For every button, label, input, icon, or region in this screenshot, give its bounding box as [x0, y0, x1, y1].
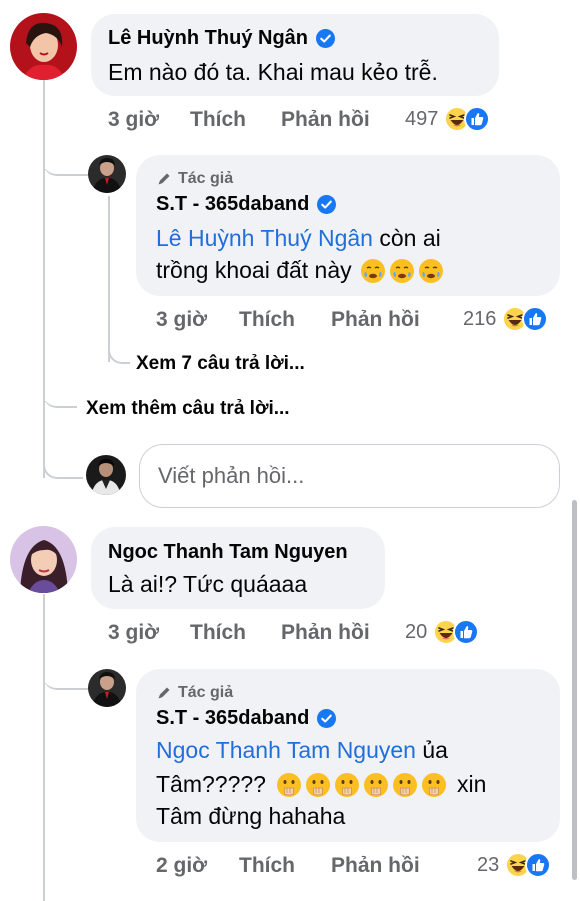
comment-actions-1: 3 giờ Thích Phản hồi	[108, 108, 370, 132]
comment-time-2: 3 giờ	[108, 621, 160, 644]
thread-curve-reply-1	[43, 150, 89, 176]
reply-text-1-line1: Lê Huỳnh Thuý Ngân còn ai	[156, 222, 441, 255]
face-with-hand-over-mouth-emoji	[363, 772, 389, 798]
like-button-1[interactable]: Thích	[190, 108, 281, 132]
comment-author-1[interactable]: Lê Huỳnh Thuý Ngân	[108, 27, 335, 50]
author-badge-label-2: Tác giả	[178, 684, 234, 701]
reply-text-2-line3: Tâm đừng hahaha	[156, 803, 346, 829]
like-reaction-icon	[453, 619, 479, 645]
face-holding-back-tears-emoji	[418, 258, 444, 284]
avatar-st-365daband-1[interactable]	[88, 155, 126, 193]
comment-author-name-2[interactable]: Ngoc Thanh Tam Nguyen	[108, 541, 348, 564]
author-badge-1: Tác giả	[156, 170, 233, 188]
like-reaction-icon	[522, 306, 548, 332]
mention-link-1[interactable]: Lê Huỳnh Thuý Ngân	[156, 225, 373, 251]
thread-curve-view-replies	[108, 340, 130, 364]
like-reaction-icon	[464, 106, 490, 132]
reply-text-2-line2-start: Tâm?????	[156, 771, 266, 797]
reply-author-1[interactable]: S.T - 365daband	[156, 193, 336, 216]
view-replies-link[interactable]: Xem 7 câu trả lời...	[136, 353, 305, 375]
reaction-summary-1[interactable]: 497	[405, 106, 490, 132]
reply-reaction-count-2: 23	[477, 853, 500, 876]
comment-author-name-1[interactable]: Lê Huỳnh Thuý Ngân	[108, 27, 308, 50]
reply-actions-1: 3 giờ Thích Phản hồi	[156, 308, 420, 332]
reply-actions-2: 2 giờ Thích Phản hồi	[156, 854, 420, 878]
comment-time-1: 3 giờ	[108, 108, 160, 131]
like-reaction-icon	[525, 852, 551, 878]
avatar-st-365daband-2[interactable]	[88, 669, 126, 707]
mention-link-2[interactable]: Ngoc Thanh Tam Nguyen	[156, 737, 416, 763]
avatar-current-user[interactable]	[86, 455, 126, 495]
reply-text-1-rest: còn ai	[372, 225, 441, 251]
reply-like-button-1[interactable]: Thích	[239, 308, 331, 332]
reply-text-2-line1: Ngoc Thanh Tam Nguyen ủa	[156, 734, 448, 767]
reply-author-2[interactable]: S.T - 365daband	[156, 707, 336, 730]
thread-line-reply-1	[108, 196, 110, 362]
reply-text-2-line2: Tâm????? xin	[156, 768, 486, 801]
avatar-le-huynh-thuy-ngan[interactable]	[10, 13, 77, 80]
thread-line-main-1	[43, 78, 45, 478]
reply-button-2[interactable]: Phản hồi	[281, 621, 370, 645]
reply-input-field[interactable]: Viết phản hồi...	[139, 444, 560, 508]
reply-author-name-2[interactable]: S.T - 365daband	[156, 707, 309, 730]
thread-line-main-2	[43, 594, 45, 901]
reply-text-1-line2: trồng khoai đất này	[156, 254, 444, 287]
verified-badge-icon	[317, 709, 336, 728]
face-holding-back-tears-emoji	[389, 258, 415, 284]
face-with-hand-over-mouth-emoji	[421, 772, 447, 798]
verified-badge-icon	[317, 195, 336, 214]
like-button-2[interactable]: Thích	[190, 621, 281, 645]
reply-reaction-count-1: 216	[463, 307, 497, 330]
thread-curve-reply-2	[43, 664, 89, 690]
reply-text-2-line2-end: xin	[456, 771, 487, 797]
avatar-ngoc-thanh-tam-nguyen[interactable]	[10, 526, 77, 593]
thread-curve-reply-input	[43, 455, 83, 479]
author-badge-2: Tác giả	[156, 684, 233, 702]
pencil-icon	[156, 171, 172, 187]
reply-input-placeholder: Viết phản hồi...	[158, 463, 305, 488]
face-with-hand-over-mouth-emoji	[392, 772, 418, 798]
comment-text-2: Là ai!? Tức quáaaa	[108, 571, 308, 597]
face-with-hand-over-mouth-emoji	[276, 772, 302, 798]
comment-actions-2: 3 giờ Thích Phản hồi	[108, 621, 370, 645]
reply-time-2: 2 giờ	[156, 854, 208, 877]
reply-reply-button-2[interactable]: Phản hồi	[331, 854, 420, 878]
verified-badge-icon	[316, 29, 335, 48]
reply-like-button-2[interactable]: Thích	[239, 854, 331, 878]
reply-button-1[interactable]: Phản hồi	[281, 108, 370, 132]
comment-author-2[interactable]: Ngoc Thanh Tam Nguyen	[108, 541, 348, 564]
comment-text-1: Em nào đó ta. Khai mau kẻo trễ.	[108, 59, 438, 85]
reaction-count-1: 497	[405, 107, 439, 130]
view-more-replies-link[interactable]: Xem thêm câu trả lời...	[86, 398, 290, 420]
thread-curve-view-more	[43, 384, 77, 408]
scrollbar[interactable]	[572, 500, 577, 880]
reply-time-1: 3 giờ	[156, 308, 208, 331]
reply-text-1-line2-text: trồng khoai đất này	[156, 257, 352, 283]
reply-reaction-summary-2[interactable]: 23	[477, 852, 551, 878]
reaction-count-2: 20	[405, 620, 428, 643]
pencil-icon	[156, 685, 172, 701]
reply-reaction-summary-1[interactable]: 216	[463, 306, 548, 332]
author-badge-label-1: Tác giả	[178, 170, 234, 187]
reply-reply-button-1[interactable]: Phản hồi	[331, 308, 420, 332]
reply-text-2-rest: ủa	[415, 737, 448, 763]
face-with-hand-over-mouth-emoji	[305, 772, 331, 798]
face-holding-back-tears-emoji	[360, 258, 386, 284]
reply-author-name-1[interactable]: S.T - 365daband	[156, 193, 309, 216]
reaction-summary-2[interactable]: 20	[405, 619, 479, 645]
face-with-hand-over-mouth-emoji	[334, 772, 360, 798]
